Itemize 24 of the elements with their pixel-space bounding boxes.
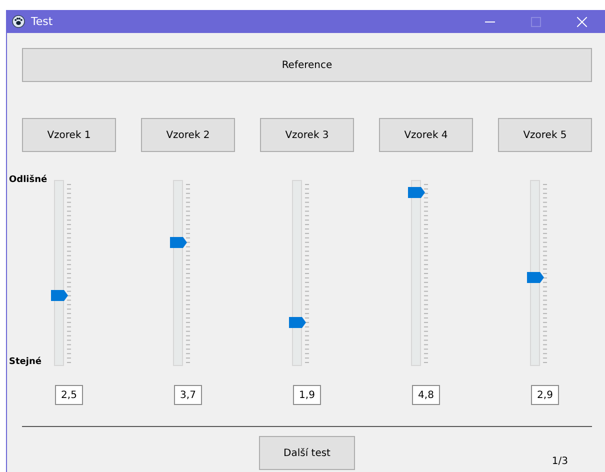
- value-field: 3,7: [174, 385, 202, 405]
- sample-button[interactable]: Vzorek 2: [141, 118, 235, 152]
- reference-button[interactable]: Reference: [22, 48, 592, 82]
- slider-thumb[interactable]: [408, 187, 425, 198]
- value-field: 1,9: [293, 385, 321, 405]
- sample-button[interactable]: Vzorek 5: [498, 118, 592, 152]
- window-title: Test: [31, 15, 54, 28]
- slider-thumb[interactable]: [527, 272, 544, 284]
- slider-thumb[interactable]: [170, 236, 187, 248]
- value-field: 2,9: [531, 385, 559, 405]
- sample-button[interactable]: Vzorek 1: [22, 118, 116, 152]
- close-icon: [577, 16, 587, 26]
- paw-icon: [12, 15, 25, 28]
- maximize-icon: [531, 16, 541, 26]
- value-field: 4,8: [412, 385, 440, 405]
- sample-button[interactable]: Vzorek 3: [260, 118, 354, 152]
- slider-thumb[interactable]: [51, 290, 68, 302]
- sample-button[interactable]: Vzorek 4: [379, 118, 473, 152]
- value-field: 2,5: [55, 385, 83, 405]
- scale-bottom-label: Stejné: [9, 357, 42, 367]
- next-test-button[interactable]: Další test: [259, 436, 355, 470]
- scale-top-label: Odlišné: [9, 175, 48, 185]
- slider-thumb[interactable]: [289, 317, 306, 328]
- progress-counter: 1/3: [552, 456, 568, 467]
